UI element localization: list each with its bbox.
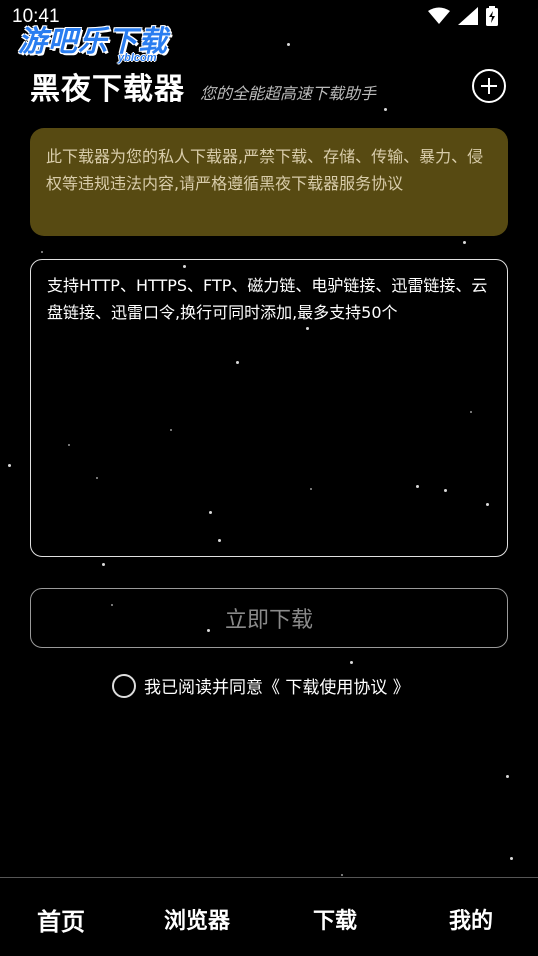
watermark-subtext: yblcom: [118, 52, 157, 64]
notice-text: 此下载器为您的私人下载器,严禁下载、存储、传输、暴力、侵权等违规违法内容,请严格…: [46, 147, 484, 193]
nav-item-download[interactable]: 下载: [313, 903, 357, 935]
nav-item-browser[interactable]: 浏览器: [164, 903, 230, 935]
status-icons: [428, 6, 498, 26]
agreement-radio[interactable]: [112, 673, 136, 698]
bottom-nav: 首页 浏览器 下载 我的: [0, 877, 538, 956]
link-input-placeholder: 支持HTTP、HTTPS、FTP、磁力链、电驴链接、迅雷链接、云盘链接、迅雷口令…: [47, 276, 488, 322]
battery-icon: [486, 6, 498, 26]
notice-banner: 此下载器为您的私人下载器,严禁下载、存储、传输、暴力、侵权等违规违法内容,请严格…: [30, 128, 508, 236]
download-now-label: 立即下载: [224, 608, 313, 633]
app-subtitle: 您的全能超高速下载助手: [200, 84, 377, 103]
app-title: 黑夜下载器: [30, 72, 185, 107]
signal-icon: [458, 7, 478, 25]
agreement-text[interactable]: 我已阅读并同意《 下载使用协议 》: [144, 673, 410, 698]
nav-item-mine[interactable]: 我的: [449, 903, 493, 935]
agreement-row[interactable]: 我已阅读并同意《 下载使用协议 》: [112, 673, 410, 698]
add-button[interactable]: [472, 69, 506, 103]
watermark-logo: 游吧乐下载 yblcom: [18, 18, 188, 68]
link-input[interactable]: 支持HTTP、HTTPS、FTP、磁力链、电驴链接、迅雷链接、云盘链接、迅雷口令…: [30, 259, 508, 557]
download-now-button[interactable]: 立即下载: [30, 588, 508, 648]
nav-item-home[interactable]: 首页: [37, 902, 85, 937]
wifi-icon: [428, 7, 450, 24]
